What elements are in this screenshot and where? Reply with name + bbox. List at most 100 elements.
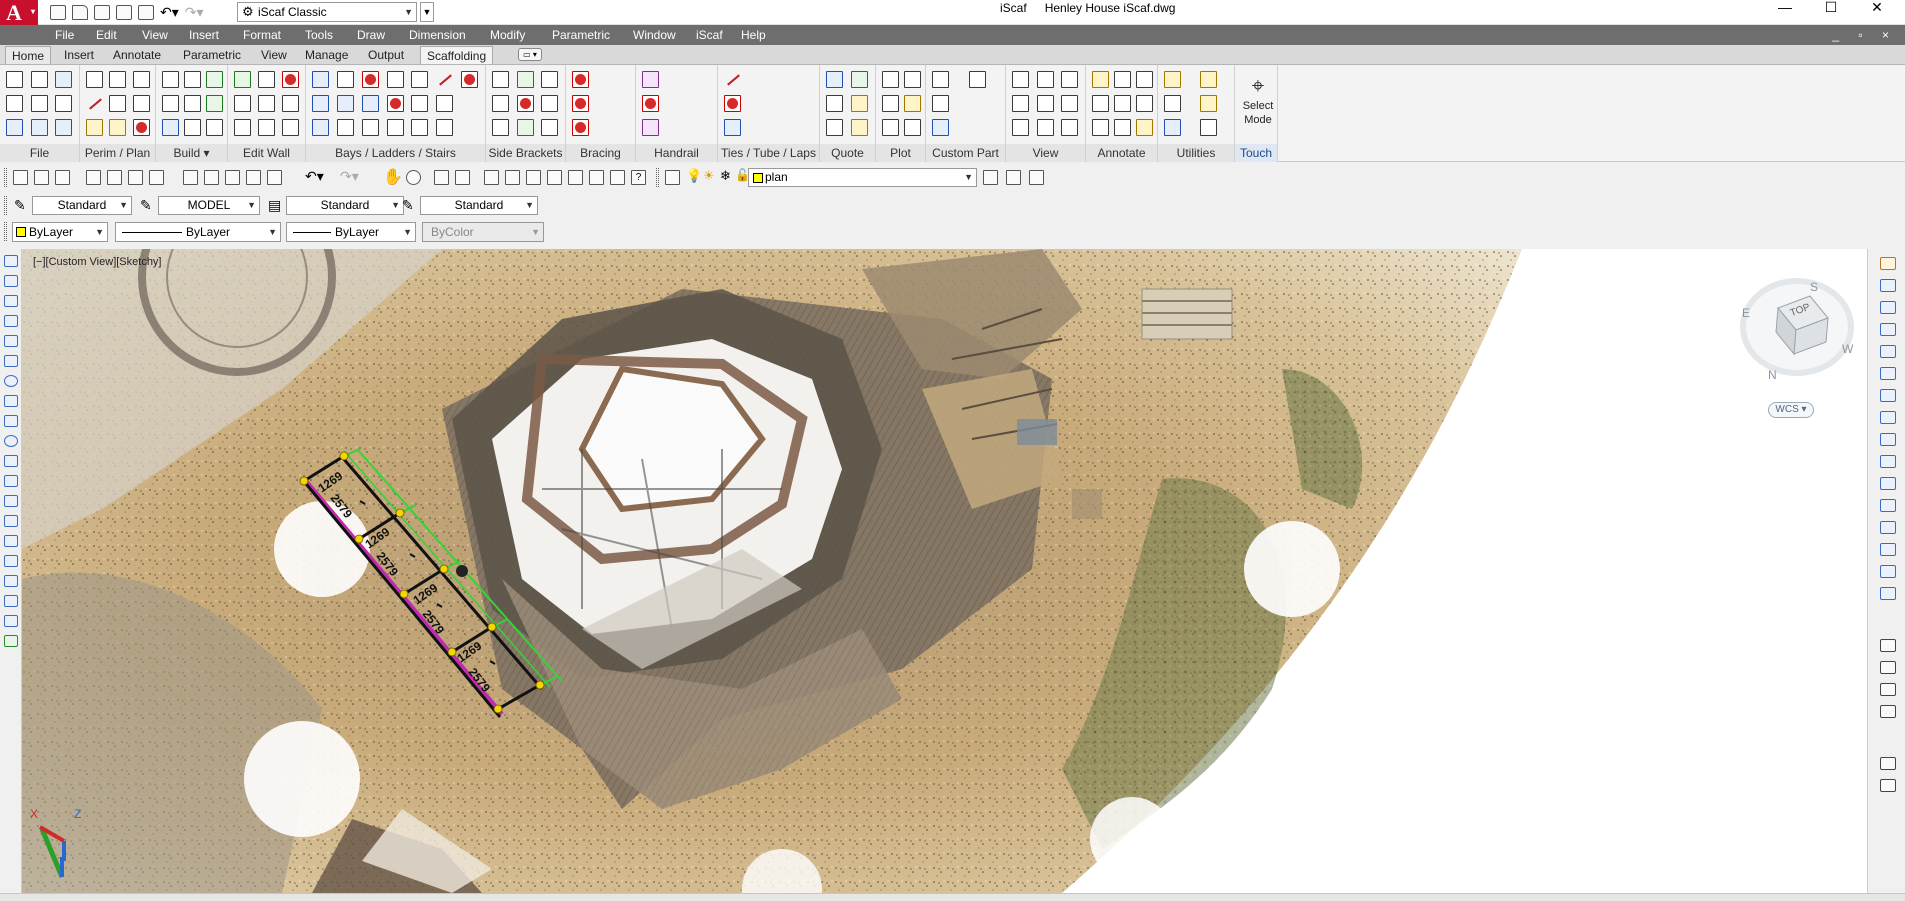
point-icon[interactable] [4, 515, 18, 527]
gradient-icon[interactable] [4, 555, 18, 567]
cut-icon[interactable] [183, 170, 198, 185]
menu-iscaf[interactable]: iScaf [696, 25, 723, 45]
bay-add-icon[interactable] [336, 71, 354, 88]
wall-copy-icon[interactable] [282, 95, 299, 112]
grid-icon[interactable] [30, 119, 48, 136]
markup-icon[interactable] [568, 170, 583, 185]
tab-home[interactable]: Home [5, 46, 52, 64]
plan-icon[interactable] [86, 119, 103, 136]
polyline-icon[interactable] [132, 95, 150, 112]
export-icon[interactable] [55, 95, 73, 112]
save-as-icon[interactable] [116, 5, 132, 20]
toolbar-grip[interactable] [4, 196, 7, 215]
viewport-controls-label[interactable]: [−][Custom View][Sketchy] [33, 256, 162, 268]
compass-s[interactable]: S [1810, 280, 1818, 294]
layer-select[interactable]: plan ▼ [748, 168, 977, 187]
delete-bay-icon[interactable] [361, 71, 379, 88]
polyline-icon[interactable] [4, 295, 18, 307]
view-shield-icon[interactable] [1061, 71, 1079, 88]
revision-cloud-icon[interactable] [4, 395, 18, 407]
array-icon[interactable] [1880, 345, 1896, 358]
scale-icon[interactable] [1880, 411, 1896, 424]
pencil-icon[interactable] [109, 119, 127, 136]
hatch-icon[interactable] [4, 535, 18, 547]
printer-icon[interactable] [904, 119, 921, 136]
tab-annotate[interactable]: Annotate [107, 46, 167, 64]
tab-manage[interactable]: Manage [299, 46, 354, 64]
sun-icon[interactable]: ☀ [703, 168, 715, 184]
quote-icon[interactable] [826, 71, 843, 88]
arc-icon[interactable] [4, 355, 18, 367]
bay-left-icon[interactable] [312, 95, 329, 112]
quote-list-icon[interactable] [826, 95, 843, 112]
grid-build-icon[interactable] [184, 95, 201, 112]
document-window-controls[interactable]: _ ▫ × [1832, 25, 1897, 45]
bracket-add-icon[interactable] [516, 71, 534, 88]
handrail-low-icon[interactable] [642, 119, 659, 136]
move-icon[interactable] [1199, 119, 1217, 136]
publish-icon[interactable] [128, 170, 143, 185]
rotate-icon[interactable] [1880, 389, 1896, 402]
marker-icon[interactable] [1199, 71, 1217, 88]
calculator-icon[interactable] [610, 170, 625, 185]
check-icon[interactable] [206, 71, 223, 88]
insert-block-icon[interactable] [4, 475, 18, 487]
explode-icon[interactable] [1880, 587, 1896, 600]
tab-scaffolding[interactable]: Scaffolding [420, 46, 494, 64]
layer-states-icon[interactable] [1029, 170, 1044, 185]
customize-qat-button[interactable]: ▼ [420, 2, 434, 22]
minimize-button[interactable]: — [1762, 0, 1808, 16]
line-tool-icon[interactable] [4, 255, 18, 267]
bay-down-icon[interactable] [312, 119, 329, 136]
rectangle-icon[interactable] [109, 71, 127, 88]
new-file-icon[interactable] [50, 5, 66, 20]
toolbar-grip[interactable] [4, 222, 7, 241]
custom-part-edit-icon[interactable] [932, 119, 949, 136]
stretch-icon[interactable] [1880, 433, 1896, 446]
stair-2-icon[interactable] [411, 95, 429, 112]
tiles-icon[interactable] [55, 119, 73, 136]
break-icon[interactable] [1880, 499, 1896, 512]
handrail-icon[interactable] [642, 71, 659, 88]
make-current-layer-icon[interactable] [983, 170, 998, 185]
measure-icon[interactable] [1164, 71, 1181, 88]
bring-above-icon[interactable] [1880, 705, 1896, 718]
dim-scope-icon[interactable]: ✎ [140, 197, 157, 214]
view-solid-icon[interactable] [1036, 95, 1054, 112]
text-style-icon[interactable]: ✎ [14, 197, 31, 214]
bracket-mid-icon[interactable] [541, 95, 559, 112]
stair-icon[interactable] [411, 71, 429, 88]
new-file-icon[interactable] [13, 170, 28, 185]
lap-icon[interactable] [724, 119, 741, 136]
copy-icon[interactable] [204, 170, 219, 185]
region-icon[interactable] [4, 575, 18, 587]
view-cube-icon[interactable] [1012, 71, 1029, 88]
bay-split-icon[interactable] [361, 119, 379, 136]
globe-icon[interactable] [55, 71, 73, 88]
quote-doc-icon[interactable] [826, 119, 843, 136]
save-icon[interactable] [55, 170, 70, 185]
zoom-previous-icon[interactable] [455, 170, 470, 185]
number-sequence-icon[interactable] [109, 95, 127, 112]
view-box-icon[interactable] [1012, 119, 1029, 136]
chamfer-icon[interactable] [1880, 543, 1896, 556]
menu-modify[interactable]: Modify [490, 25, 525, 45]
no-entry-icon[interactable] [1136, 95, 1153, 112]
lineweight-select[interactable]: ByLayer ▼ [286, 222, 416, 242]
text-style-select[interactable]: Standard ▼ [32, 196, 132, 215]
circle-icon[interactable] [4, 375, 18, 387]
layout-icon[interactable] [6, 119, 23, 136]
polygon-icon[interactable] [4, 315, 18, 327]
rectangle-icon[interactable] [4, 335, 18, 347]
refresh-icon[interactable] [1164, 95, 1181, 112]
redo-icon[interactable]: ↷▾ [185, 4, 204, 21]
workspace-select[interactable]: ⚙ iScaf Classic ▼ [237, 2, 417, 22]
compass-w[interactable]: W [1842, 342, 1853, 356]
custom-part-add-icon[interactable] [932, 95, 949, 112]
move-object-icon[interactable] [1880, 367, 1896, 380]
bracket-green-icon[interactable] [516, 119, 534, 136]
design-center-icon[interactable] [505, 170, 520, 185]
stair-line-icon[interactable] [436, 71, 453, 88]
globe-icon[interactable] [149, 170, 164, 185]
offset-icon[interactable] [1880, 323, 1896, 336]
